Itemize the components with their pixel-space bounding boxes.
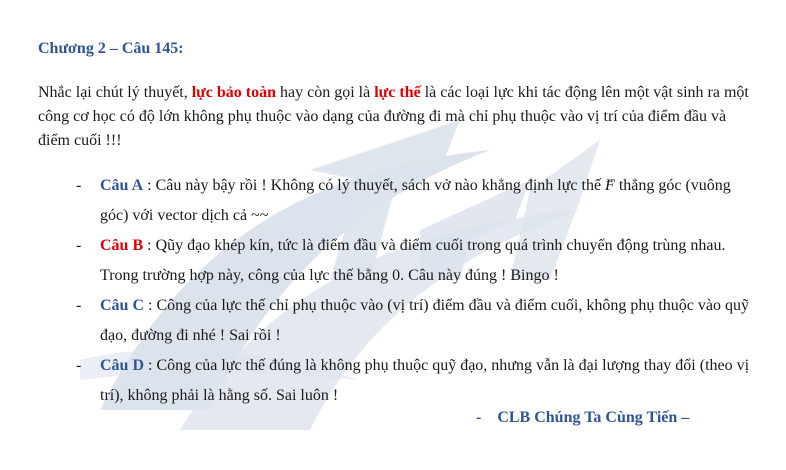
answer-text-d: : Công của lực thế đúng là không phụ thu… <box>100 357 750 404</box>
club-signature: - CLB Chúng Ta Cùng Tiến – <box>476 409 689 427</box>
answer-label-d: Câu D <box>100 357 145 374</box>
signature-text: CLB Chúng Ta Cùng Tiến – <box>497 409 690 426</box>
answer-text-a-1: : Câu này bậy rồi ! Không có lý thuyết, … <box>143 177 606 194</box>
answer-text-b: : Qũy đạo khép kín, tức là điểm đầu và đ… <box>100 237 726 284</box>
term-conservative-force: lực bảo toàn <box>191 84 277 101</box>
answer-label-a: Câu A <box>100 177 144 194</box>
answer-item-a: - Câu A : Câu này bậy rồi ! Không có lý … <box>0 171 786 231</box>
answer-item-d: - Câu D : Công của lực thế đúng là không… <box>0 351 786 411</box>
vector-f-symbol: F <box>605 177 615 194</box>
answer-text-c: : Công của lực thế chỉ phụ thuộc vào (vị… <box>100 297 749 344</box>
answer-list: - Câu A : Câu này bậy rồi ! Không có lý … <box>0 171 786 411</box>
list-dash: - <box>76 237 82 254</box>
signature-dash: - <box>476 409 482 426</box>
answer-label-b: Câu B <box>100 237 144 254</box>
list-dash: - <box>76 177 82 194</box>
intro-text-1: Nhắc lại chút lý thuyết, <box>38 84 192 101</box>
question-heading: Chương 2 – Câu 145: <box>38 40 184 57</box>
answer-item-c: - Câu C : Công của lực thế chỉ phụ thuộc… <box>0 291 786 351</box>
list-dash: - <box>76 357 82 374</box>
intro-text-2: hay còn gọi là <box>276 84 375 101</box>
list-dash: - <box>76 297 82 314</box>
answer-item-b: - Câu B : Qũy đạo khép kín, tức là điểm … <box>0 231 786 291</box>
intro-paragraph: Nhắc lại chút lý thuyết, lực bảo toàn ha… <box>38 81 758 153</box>
term-potential-force: lực thế <box>374 84 421 101</box>
answer-label-c: Câu C <box>100 297 145 314</box>
